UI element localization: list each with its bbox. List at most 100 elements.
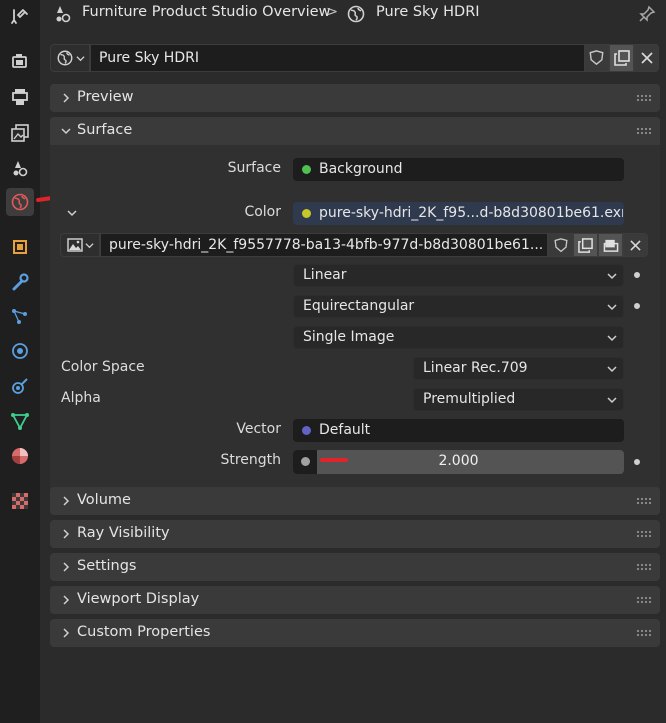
vector-socket-icon (302, 426, 311, 435)
constraints-tab[interactable] (6, 372, 34, 400)
render-tab[interactable] (6, 47, 34, 75)
breadcrumb-separator: > (326, 4, 339, 20)
shield-icon (553, 237, 568, 252)
new-image-button[interactable] (573, 233, 598, 257)
panel-viewport-display[interactable]: Viewport Display (50, 586, 660, 614)
view-layer-tab[interactable] (6, 119, 34, 147)
output-tab[interactable] (6, 83, 34, 111)
image-fake-user-button[interactable] (548, 233, 573, 257)
chevron-down-icon (61, 128, 71, 135)
chevron-down-icon (607, 397, 617, 404)
panel-title: Surface (77, 122, 133, 138)
source-dropdown[interactable]: Single Image (293, 326, 624, 349)
drag-handle-icon[interactable] (636, 127, 652, 135)
world-browse-button[interactable] (50, 44, 90, 72)
new-world-button[interactable] (609, 44, 634, 72)
panel-title: Ray Visibility (77, 525, 170, 541)
scene-tab[interactable] (6, 154, 34, 182)
material-tab[interactable] (6, 442, 34, 470)
projection-dropdown[interactable]: Equirectangular (293, 295, 624, 318)
duplicate-icon (613, 50, 630, 66)
chevron-right-icon (63, 595, 70, 605)
panel-title: Custom Properties (77, 624, 211, 640)
chevron-right-icon (63, 562, 70, 572)
fake-user-button[interactable] (584, 44, 609, 72)
close-icon (630, 239, 641, 251)
drag-handle-icon[interactable] (636, 563, 652, 571)
output-icon (12, 89, 28, 105)
color-socket-icon (302, 209, 311, 218)
image-selector: pure-sky-hdri_2K_f9557778-ba13-4bfb-977d… (60, 233, 648, 257)
chevron-down-icon[interactable] (66, 207, 78, 219)
shader-socket-icon (302, 165, 311, 174)
alpha-value: Premultiplied (423, 391, 516, 407)
pin-icon[interactable] (638, 5, 656, 23)
data-icon (11, 413, 29, 430)
image-icon (66, 238, 83, 252)
strength-slider[interactable]: 2.000 (293, 450, 624, 474)
panel-preview[interactable]: Preview (50, 84, 660, 112)
constraints-icon (12, 378, 28, 394)
chevron-down-icon (607, 273, 617, 280)
particles-icon (12, 309, 27, 324)
chevron-right-icon (63, 93, 70, 103)
object-icon (13, 240, 27, 254)
view-layer-icon (11, 124, 29, 142)
drag-handle-icon[interactable] (636, 629, 652, 637)
color-space-dropdown[interactable]: Linear Rec.709 (413, 357, 624, 380)
open-image-button[interactable] (598, 233, 623, 257)
texture-tab[interactable] (6, 487, 34, 515)
data-tab[interactable] (6, 407, 34, 435)
breadcrumb: Furniture Product Studio Overview > Pure… (40, 0, 666, 30)
world-tab[interactable] (6, 188, 34, 216)
drag-handle-icon[interactable] (636, 94, 652, 102)
annotation-mark (320, 458, 348, 462)
chevron-down-icon (84, 242, 94, 248)
object-tab[interactable] (6, 233, 34, 261)
vector-value: Default (319, 422, 371, 438)
panel-custom-properties[interactable]: Custom Properties (50, 619, 660, 647)
chevron-down-icon (607, 335, 617, 342)
panel-surface-header[interactable]: Surface (50, 117, 660, 145)
particles-tab[interactable] (6, 302, 34, 330)
unlink-image-button[interactable] (623, 233, 648, 257)
unlink-world-button[interactable] (634, 44, 659, 72)
image-browse-button[interactable] (60, 233, 100, 257)
image-name-field[interactable]: pure-sky-hdri_2K_f9557778-ba13-4bfb-977d… (100, 233, 548, 257)
scene-icon (13, 161, 28, 177)
interpolation-dropdown[interactable]: Linear (293, 264, 624, 287)
drag-handle-icon[interactable] (636, 497, 652, 505)
breadcrumb-world[interactable]: Pure Sky HDRI (376, 4, 480, 20)
panel-title: Viewport Display (77, 591, 200, 607)
projection-value: Equirectangular (303, 298, 415, 314)
color-label: Color (244, 204, 281, 220)
alpha-dropdown[interactable]: Premultiplied (413, 388, 624, 411)
drag-handle-icon[interactable] (636, 530, 652, 538)
panel-title: Settings (77, 558, 137, 574)
alpha-label: Alpha (61, 390, 101, 406)
panel-settings[interactable]: Settings (50, 553, 660, 581)
physics-tab[interactable] (6, 337, 34, 365)
surface-shader-field[interactable]: Background (293, 158, 624, 181)
color-space-label: Color Space (61, 359, 145, 375)
modifier-tab[interactable] (6, 268, 34, 296)
shield-icon (589, 50, 604, 66)
panel-volume[interactable]: Volume (50, 487, 660, 515)
drag-handle-icon[interactable] (636, 596, 652, 604)
vector-field[interactable]: Default (293, 419, 624, 442)
panel-ray-visibility[interactable]: Ray Visibility (50, 520, 660, 548)
chevron-down-icon (607, 366, 617, 373)
folder-icon (603, 239, 618, 252)
world-icon (11, 193, 29, 211)
keyframe-dot-icon[interactable] (634, 459, 640, 465)
keyframe-dot-icon[interactable] (634, 272, 640, 278)
breadcrumb-scene[interactable]: Furniture Product Studio Overview (82, 4, 330, 20)
color-texture-field[interactable]: pure-sky-hdri_2K_f95...d-b8d30801be61.ex… (293, 202, 624, 225)
world-name-field[interactable]: Pure Sky HDRI (90, 44, 634, 72)
surface-shader-value: Background (319, 161, 403, 177)
texture-icon (12, 493, 28, 509)
chevron-right-icon (63, 496, 70, 506)
chevron-down-icon (607, 304, 617, 311)
keyframe-dot-icon[interactable] (634, 303, 640, 309)
tool-tab[interactable] (6, 3, 34, 31)
